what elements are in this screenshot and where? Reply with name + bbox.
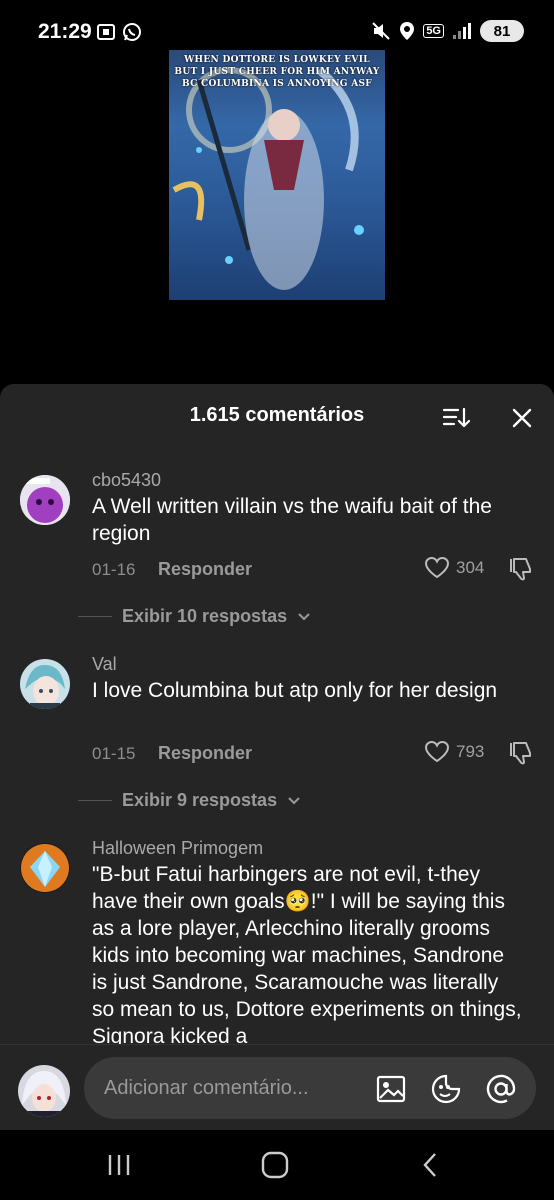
battery-indicator: 81: [480, 20, 524, 42]
comment-username[interactable]: Val: [92, 654, 117, 675]
comment-text: "B-but Fatui harbingers are not evil, t-…: [92, 863, 522, 1044]
home-icon[interactable]: [260, 1150, 290, 1180]
comment-item: Val I love Columbina but atp only for he…: [0, 654, 554, 814]
comment-input[interactable]: [84, 1057, 536, 1119]
status-notification-icons: [96, 22, 142, 42]
emoji-icon[interactable]: [430, 1073, 462, 1105]
back-icon[interactable]: [416, 1150, 446, 1180]
like-count: 793: [456, 742, 485, 761]
recent-apps-icon[interactable]: [104, 1150, 134, 1180]
comment-username[interactable]: cbo5430: [92, 470, 161, 491]
comment-input-bar: [0, 1044, 554, 1130]
mention-icon[interactable]: [485, 1073, 517, 1105]
current-user-avatar[interactable]: [18, 1065, 70, 1117]
avatar[interactable]: [20, 843, 70, 893]
chevron-down-icon: [298, 612, 310, 620]
video-caption-line: WHEN DOTTORE IS LOWKEY EVIL: [184, 55, 370, 65]
heart-icon: [424, 556, 450, 579]
view-replies-label: Exibir 9 respostas: [122, 790, 278, 810]
video-caption-line: BC COLUMBINA IS ANNOYING ASF: [182, 79, 372, 89]
like-button[interactable]: 304: [424, 556, 484, 580]
view-replies-button[interactable]: Exibir 10 respostas: [78, 606, 311, 627]
system-nav-bar: [0, 1130, 554, 1200]
avatar-image: [18, 1065, 70, 1117]
comment-item: Halloween Primogem "B-but Fatui harbinge…: [0, 838, 554, 1044]
comment-text: I love Columbina but atp only for her de…: [92, 679, 498, 702]
avatar-image: [20, 659, 70, 709]
image-icon[interactable]: [375, 1073, 407, 1105]
video-player[interactable]: WHEN DOTTORE IS LOWKEY EVIL BUT I JUST C…: [0, 50, 554, 386]
view-replies-label: Exibir 10 respostas: [122, 606, 288, 626]
comment-username[interactable]: Halloween Primogem: [92, 838, 263, 859]
comments-count-title: 1.615 comentários: [189, 404, 365, 426]
comment-text: A Well written villain vs the waifu bait…: [92, 495, 492, 545]
whatsapp-icon: [123, 23, 141, 41]
comments-sheet: 1.615 comentários cbo5430 A Well written…: [0, 384, 554, 1044]
comment-date: 01-15: [92, 744, 136, 763]
heart-icon: [424, 740, 450, 763]
comment-item: cbo5430 A Well written villain vs the wa…: [0, 470, 554, 630]
like-count: 304: [456, 558, 485, 577]
video-caption: WHEN DOTTORE IS LOWKEY EVIL BUT I JUST C…: [169, 54, 385, 90]
status-system-icons: 5G 81: [371, 20, 524, 42]
network-type-label: 5G: [423, 24, 444, 38]
status-time: 21:29: [38, 20, 92, 43]
view-replies-button[interactable]: Exibir 9 respostas: [78, 790, 301, 811]
divider-line: [78, 616, 112, 617]
signal-icon: [453, 23, 471, 39]
dislike-icon[interactable]: [508, 740, 534, 766]
location-icon: [400, 22, 415, 40]
close-icon[interactable]: [510, 406, 534, 430]
divider-line: [78, 800, 112, 801]
chevron-down-icon: [288, 796, 300, 804]
screenshot-icon: [97, 24, 115, 40]
avatar-image: [20, 475, 70, 525]
reply-button[interactable]: Responder: [158, 743, 252, 764]
like-button[interactable]: 793: [424, 740, 484, 764]
sort-icon[interactable]: [442, 406, 470, 430]
reply-button[interactable]: Responder: [158, 559, 252, 580]
avatar[interactable]: [20, 659, 70, 709]
dislike-icon[interactable]: [508, 556, 534, 582]
video-caption-line: BUT I JUST CHEER FOR HIM ANYWAY: [174, 67, 380, 77]
avatar-image: [20, 843, 70, 893]
comments-header: 1.615 comentários: [0, 384, 554, 448]
video-thumbnail[interactable]: WHEN DOTTORE IS LOWKEY EVIL BUT I JUST C…: [169, 50, 385, 300]
mute-icon: [372, 22, 391, 40]
comment-date: 01-16: [92, 560, 136, 579]
avatar[interactable]: [20, 475, 70, 525]
